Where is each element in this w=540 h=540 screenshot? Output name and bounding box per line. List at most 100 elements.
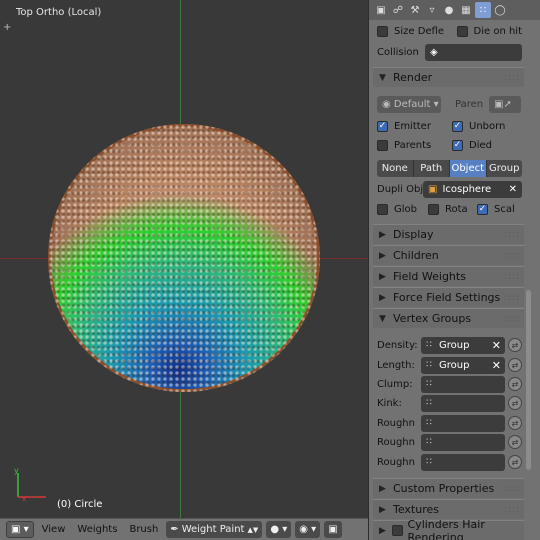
layers-cube-icon[interactable]: ▣: [324, 521, 342, 538]
parent-field[interactable]: ▣➚: [489, 95, 522, 113]
clear-x-icon[interactable]: ✕: [492, 359, 501, 372]
vg-density-label: Density:: [377, 339, 418, 351]
vg-kink-label: Kink:: [377, 397, 402, 409]
collision-label: Collision: [377, 46, 419, 58]
menu-view[interactable]: View: [38, 521, 70, 538]
vg-density-row: Density: ∷ Group ✕ ⇄: [377, 336, 522, 354]
3d-viewport[interactable]: Top Ortho (Local) + y x (0) Circle: [0, 0, 368, 518]
particles-icon[interactable]: ∷: [475, 2, 491, 18]
viewport-corner-plus-icon[interactable]: +: [3, 22, 11, 33]
vg-length-field[interactable]: ∷ Group ✕: [421, 356, 505, 374]
vg-clump-label: Clump:: [377, 378, 413, 390]
render-type-none[interactable]: None: [377, 159, 414, 177]
panel-grip-icon[interactable]: ::::: [504, 272, 520, 282]
modifiers-wrench-icon[interactable]: ⚒: [407, 2, 423, 18]
vg-roughness-3-row: Roughn ∷ ⇄: [377, 453, 522, 471]
field-weights-panel-title: Field Weights: [393, 270, 466, 283]
mesh-cube-icon: ▣: [428, 183, 438, 195]
render-type-path[interactable]: Path: [413, 159, 450, 177]
display-panel-header[interactable]: ▶ Display ::::: [373, 224, 524, 244]
texture-icon[interactable]: ▦: [458, 2, 474, 18]
invert-arrows-icon[interactable]: ⇄: [508, 455, 522, 469]
died-checkbox[interactable]: ✓: [452, 139, 463, 151]
object-cube-icon[interactable]: ▣: [373, 2, 389, 18]
invert-arrows-icon[interactable]: ⇄: [508, 358, 522, 372]
hair-rendering-checkbox[interactable]: [391, 525, 403, 536]
glob-rota-scal-row: Glob Rota ✓ Scal: [377, 200, 522, 218]
constraints-link-icon[interactable]: ☍: [390, 2, 406, 18]
render-type-group[interactable]: Group: [486, 159, 522, 177]
panel-grip-icon[interactable]: ::::: [504, 505, 520, 515]
invert-arrows-icon[interactable]: ⇄: [508, 377, 522, 391]
textures-panel-header[interactable]: ▶ Textures ::::: [373, 499, 524, 519]
collapsed-arrow-icon: ▶: [379, 504, 386, 515]
vg-clump-field[interactable]: ∷: [421, 375, 505, 393]
invert-arrows-icon[interactable]: ⇄: [508, 416, 522, 430]
vg-roughness-2-field[interactable]: ∷: [421, 433, 505, 451]
render-panel-header[interactable]: ▼ Render ::::: [373, 67, 524, 87]
children-panel-header[interactable]: ▶ Children ::::: [373, 245, 524, 265]
vg-kink-field[interactable]: ∷: [421, 394, 505, 412]
collapsed-arrow-icon: ▶: [379, 271, 386, 282]
dupli-object-value: Icosphere: [442, 183, 492, 195]
emitter-checkbox[interactable]: ✓: [377, 120, 388, 132]
vg-roughness-2-label: Roughn: [377, 436, 415, 448]
mode-selector[interactable]: ✒ Weight Paint ▲▼: [166, 521, 263, 538]
panel-grip-icon[interactable]: ::::: [504, 314, 520, 324]
vg-roughness-1-label: Roughn: [377, 417, 415, 429]
vg-roughness-3-field[interactable]: ∷: [421, 453, 505, 471]
textures-panel-title: Textures: [393, 503, 439, 516]
svg-text:y: y: [14, 467, 19, 475]
blender-window: Top Ortho (Local) + y x (0) Circle ▣ ▾ V…: [0, 0, 540, 540]
vertex-groups-panel-title: Vertex Groups: [393, 312, 472, 325]
vg-density-field[interactable]: ∷ Group ✕: [421, 336, 505, 354]
vg-density-value: Group: [439, 339, 470, 351]
physics-icon[interactable]: ◯: [492, 2, 508, 18]
custom-properties-panel-header[interactable]: ▶ Custom Properties ::::: [373, 478, 524, 498]
hair-rendering-panel-header[interactable]: ▶ Cylinders Hair Rendering: [373, 518, 524, 540]
panel-grip-icon[interactable]: ::::: [504, 251, 520, 261]
clear-x-icon[interactable]: ✕: [492, 339, 501, 352]
size-deflect-checkbox[interactable]: [377, 25, 388, 37]
pivot-icon[interactable]: ◉ ▾: [295, 521, 321, 538]
die-on-hit-checkbox[interactable]: [456, 25, 468, 37]
unborn-label: Unborn: [469, 120, 506, 132]
invert-arrows-icon[interactable]: ⇄: [508, 435, 522, 449]
panel-grip-icon[interactable]: ::::: [504, 293, 520, 303]
glob-checkbox[interactable]: [377, 203, 388, 215]
panel-grip-icon[interactable]: ::::: [504, 73, 520, 83]
vertex-group-icon: ∷: [426, 379, 432, 389]
collision-group-field[interactable]: ◈: [425, 43, 522, 61]
menu-weights[interactable]: Weights: [73, 521, 121, 538]
menu-brush[interactable]: Brush: [125, 521, 162, 538]
vertex-groups-panel-header[interactable]: ▼ Vertex Groups ::::: [373, 308, 524, 328]
expanded-arrow-icon: ▼: [379, 313, 386, 324]
editor-type-cube-icon[interactable]: ▣ ▾: [6, 521, 34, 538]
panel-grip-icon[interactable]: ::::: [504, 484, 520, 494]
render-type-object[interactable]: Object: [450, 159, 487, 177]
collapsed-arrow-icon: ▶: [379, 483, 386, 494]
viewport-title: Top Ortho (Local): [16, 7, 102, 18]
parents-checkbox[interactable]: [377, 139, 388, 151]
material-icon[interactable]: ●: [441, 2, 457, 18]
invert-arrows-icon[interactable]: ⇄: [508, 338, 522, 352]
data-vertex-icon[interactable]: ▿: [424, 2, 440, 18]
scal-checkbox[interactable]: ✓: [477, 203, 488, 215]
rota-checkbox[interactable]: [428, 203, 439, 215]
force-field-panel-header[interactable]: ▶ Force Field Settings ::::: [373, 287, 524, 307]
panel-grip-icon[interactable]: ::::: [504, 230, 520, 240]
properties-scrollbar[interactable]: [526, 290, 531, 470]
vertex-group-icon: ∷: [426, 457, 432, 467]
unborn-checkbox[interactable]: ✓: [452, 120, 463, 132]
svg-text:x: x: [22, 495, 26, 501]
clear-x-icon[interactable]: ✕: [509, 184, 517, 195]
custom-properties-panel-title: Custom Properties: [393, 482, 495, 495]
vg-roughness-1-field[interactable]: ∷: [421, 414, 505, 432]
material-dropdown[interactable]: ◉ Default ▾: [377, 95, 441, 113]
vertex-group-icon: ∷: [426, 418, 432, 428]
invert-arrows-icon[interactable]: ⇄: [508, 396, 522, 410]
physics-options-row: Size Defle Die on hit: [377, 22, 522, 40]
dupli-object-field[interactable]: ▣ Icosphere ✕: [423, 180, 522, 198]
field-weights-panel-header[interactable]: ▶ Field Weights ::::: [373, 266, 524, 286]
shading-sphere-icon[interactable]: ● ▾: [266, 521, 292, 538]
